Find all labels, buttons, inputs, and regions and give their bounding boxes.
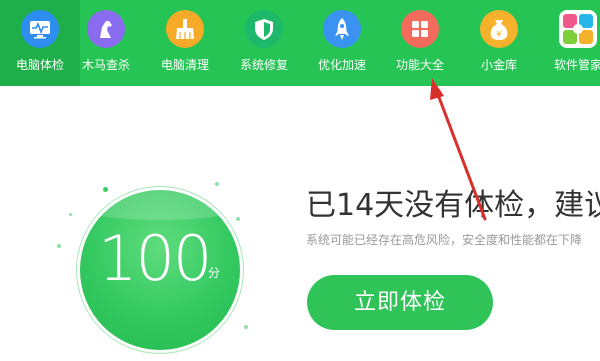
app-window: 电脑体检 木马查杀 电脑清理 系统修复 优化加速 功能大全 ¥ 小金库 软件管家… [0,0,600,361]
main-toolbar: 电脑体检 木马查杀 电脑清理 系统修复 优化加速 功能大全 ¥ 小金库 软件管家 [0,0,600,86]
decor-dot [57,244,61,248]
shield-icon [245,10,283,48]
tool-all-features[interactable]: 功能大全 [380,0,460,86]
tool-software-manager[interactable]: 软件管家 [538,0,600,86]
tool-trojan-scan[interactable]: 木马查杀 [66,0,146,86]
horse-icon [87,10,125,48]
grid-icon [401,10,439,48]
software-icon [559,10,597,48]
tool-optimize[interactable]: 优化加速 [302,0,382,86]
tool-label: 软件管家 [553,58,600,72]
tool-pc-cleanup[interactable]: 电脑清理 [145,0,225,86]
broom-icon [166,10,204,48]
health-score: 100 [98,222,212,295]
start-checkup-button[interactable]: 立即体检 [307,275,493,330]
decor-dot [236,217,240,221]
decor-dot [244,325,248,329]
monitor-icon [21,10,59,48]
money-bag-icon: ¥ [480,10,518,48]
tool-vault[interactable]: ¥ 小金库 [459,0,539,86]
score-unit: 分 [208,266,221,280]
svg-text:¥: ¥ [496,30,502,40]
tool-system-repair[interactable]: 系统修复 [224,0,304,86]
decor-dot [215,182,219,186]
rocket-icon [323,10,361,48]
score-wave [80,190,240,220]
checkup-headline: 已14天没有体检，建议立即体检 [306,188,600,223]
decor-dot [69,213,72,216]
checkup-description: 系统可能已经存在高危风险，安全度和性能都在下降 [306,233,583,247]
